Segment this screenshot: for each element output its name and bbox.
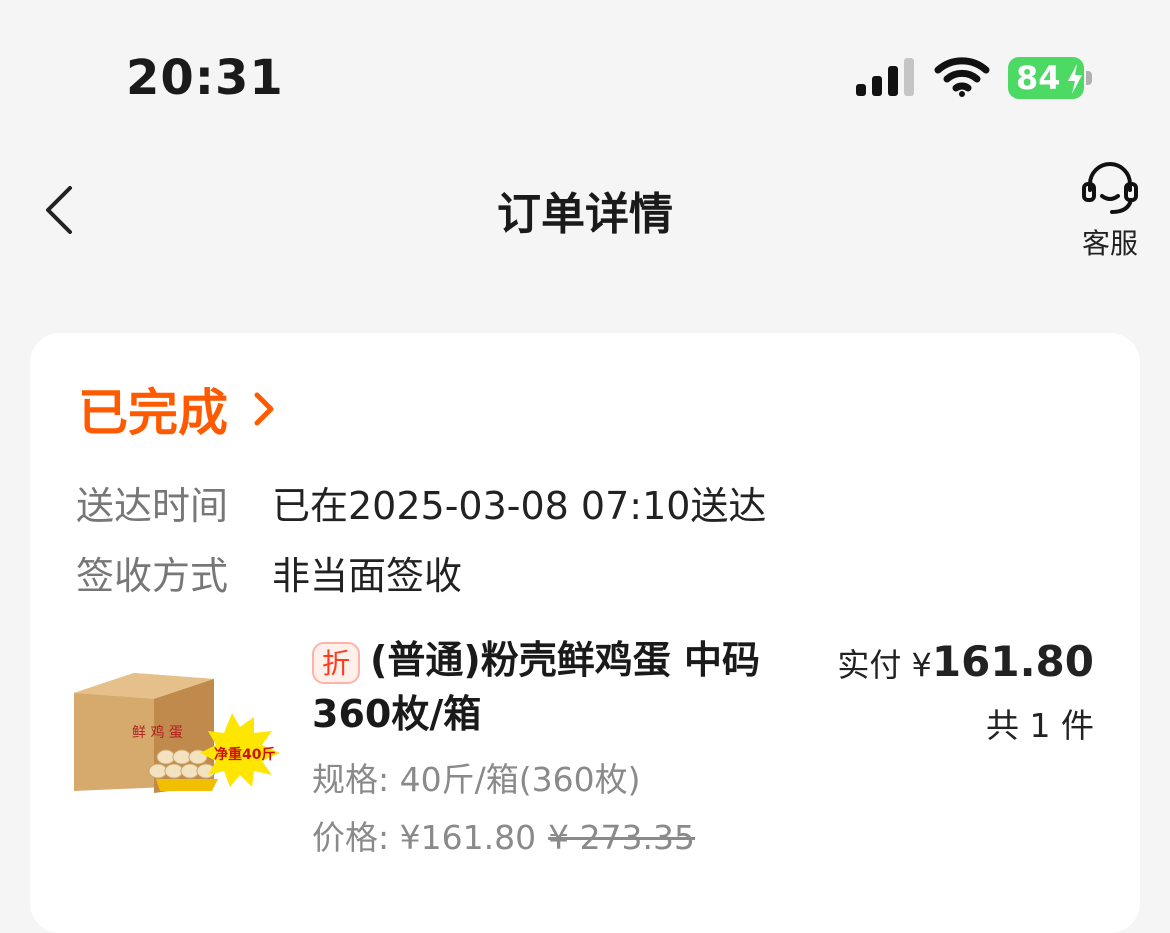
product-price-row: 价格: ¥161.80 ¥ 273.35 — [312, 811, 695, 859]
paid-amount: 161.80 — [931, 637, 1094, 686]
product-price: 价格: ¥161.80 — [312, 818, 537, 857]
original-price: ¥ 273.35 — [548, 818, 696, 857]
paid-label: 实付 ¥ — [837, 646, 932, 684]
product-thumbnail[interactable]: 鲜 鸡 蛋 净重40斤 — [74, 673, 280, 795]
delivery-time-label: 送达时间 — [76, 484, 229, 528]
headset-icon — [1082, 162, 1138, 214]
paid-amount-row: 实付 ¥161.80 — [837, 637, 1094, 686]
product-box-text: 鲜 鸡 蛋 — [132, 724, 183, 741]
delivery-time-row: 送达时间 已在2025-03-08 07:10送达 — [76, 475, 766, 530]
customer-service-label: 客服 — [1081, 227, 1138, 260]
order-status-link[interactable]: 已完成 — [78, 379, 276, 442]
status-time: 20:31 — [126, 50, 284, 106]
product-title[interactable]: 折 (普通)粉壳鲜鸡蛋 中码 360枚/箱 — [312, 633, 782, 741]
battery-level: 84 — [1016, 59, 1061, 97]
signoff-method-label: 签收方式 — [76, 554, 229, 598]
order-card: 已完成 送达时间 已在2025-03-08 07:10送达 签收方式 非当面签收… — [30, 333, 1140, 933]
wifi-icon — [934, 57, 990, 97]
product-image-caption: 净重40斤 — [214, 746, 275, 763]
status-bar: 20:31 84 — [0, 0, 1170, 150]
signoff-method-value: 非当面签收 — [272, 554, 463, 598]
cellular-signal-icon — [856, 58, 914, 96]
product-name: (普通)粉壳鲜鸡蛋 中码 360枚/箱 — [312, 638, 760, 736]
bolt-icon — [1068, 64, 1082, 94]
delivery-time-value: 已在2025-03-08 07:10送达 — [272, 484, 767, 528]
battery-charging-icon: 84 — [1008, 57, 1092, 99]
discount-badge: 折 — [312, 641, 360, 684]
chevron-right-icon — [254, 392, 274, 426]
order-status: 已完成 — [78, 384, 228, 442]
product-spec: 规格: 40斤/箱(360枚) — [312, 760, 641, 799]
item-quantity: 共 1 件 — [986, 706, 1094, 745]
customer-service-button[interactable]: 客服 — [1072, 156, 1148, 266]
product-item[interactable]: 鲜 鸡 蛋 净重40斤 折 (普通)粉壳鲜鸡蛋 中码 360枚/箱 规格: 40斤… — [30, 633, 1140, 893]
nav-bar: 订单详情 客服 — [0, 150, 1170, 270]
page-title: 订单详情 — [497, 189, 673, 240]
signoff-method-row: 签收方式 非当面签收 — [76, 545, 462, 600]
